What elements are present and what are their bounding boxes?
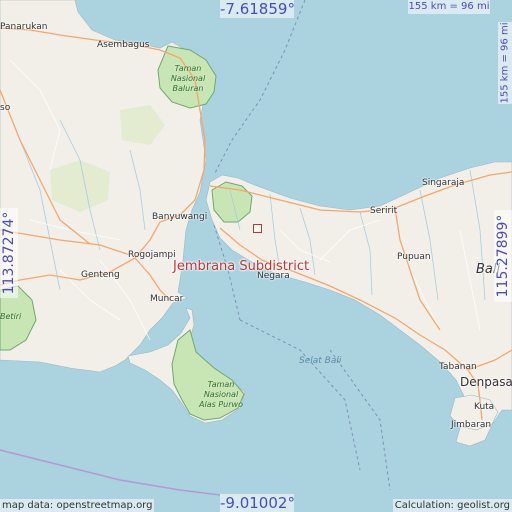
- scale-right-text: 155 km = 96 mi: [499, 22, 511, 104]
- place-label-muncar: Muncar: [150, 294, 184, 304]
- coordinate-left: 113.87274°: [0, 208, 18, 298]
- attribution-osm-link[interactable]: map data: openstreetmap.org: [0, 499, 155, 512]
- park-label-baluran-line1: Taman: [174, 64, 202, 73]
- place-label-banyuwangi: Banyuwangi: [152, 212, 208, 222]
- place-label-genteng: Genteng: [81, 270, 120, 280]
- place-label-rogojampi: Rogojampi: [128, 250, 176, 260]
- coordinate-right-text: 115.27899°: [495, 214, 511, 298]
- coordinate-bottom: -9.01002°: [220, 494, 295, 512]
- map-canvas: [0, 0, 512, 512]
- map-view[interactable]: Panarukan Asembagus so Banyuwangi Rogoja…: [0, 0, 512, 512]
- place-label-singaraja: Singaraja: [422, 178, 465, 188]
- place-label-jimbaran: Jimbaran: [451, 420, 492, 430]
- park-label-alas-purwo-line1: Taman: [207, 380, 235, 389]
- place-label-pupuan: Pupuan: [397, 252, 431, 262]
- park-label-baluran: Taman Nasional Baluran: [163, 64, 213, 94]
- location-marker[interactable]: [253, 224, 262, 233]
- park-label-betiri: Betiri: [0, 312, 22, 321]
- place-label-panarukan: Panarukan: [0, 22, 48, 32]
- scale-right: 155 km = 96 mi: [498, 22, 512, 104]
- place-label-denpasar: Denpasar: [460, 375, 512, 389]
- place-label-seririt: Seririt: [370, 206, 398, 216]
- place-label-kuta: Kuta: [474, 402, 495, 412]
- coordinate-top: -7.61859°: [220, 0, 295, 18]
- attribution-geolist-link[interactable]: Calculation: geolist.org: [392, 499, 512, 512]
- park-label-alas-purwo-line2: Nasional: [203, 390, 239, 399]
- coordinate-right: 115.27899°: [494, 210, 512, 302]
- place-label-tabanan: Tabanan: [439, 362, 477, 372]
- park-label-baluran-line3: Baluran: [172, 84, 204, 93]
- park-label-baluran-line2: Nasional: [170, 74, 206, 83]
- target-location-label: Jembrana Subdistrict: [173, 259, 310, 274]
- place-label-asembagus: Asembagus: [97, 40, 150, 50]
- sea-label-selat-bali: Selat Bali: [299, 356, 342, 366]
- park-label-alas-purwo: Taman Nasional Alas Purwo: [196, 380, 246, 410]
- place-label-so: so: [0, 103, 11, 113]
- scale-top: 155 km = 96 mi: [408, 0, 490, 14]
- park-label-alas-purwo-line3: Alas Purwo: [199, 400, 243, 409]
- coordinate-left-text: 113.87274°: [1, 211, 17, 295]
